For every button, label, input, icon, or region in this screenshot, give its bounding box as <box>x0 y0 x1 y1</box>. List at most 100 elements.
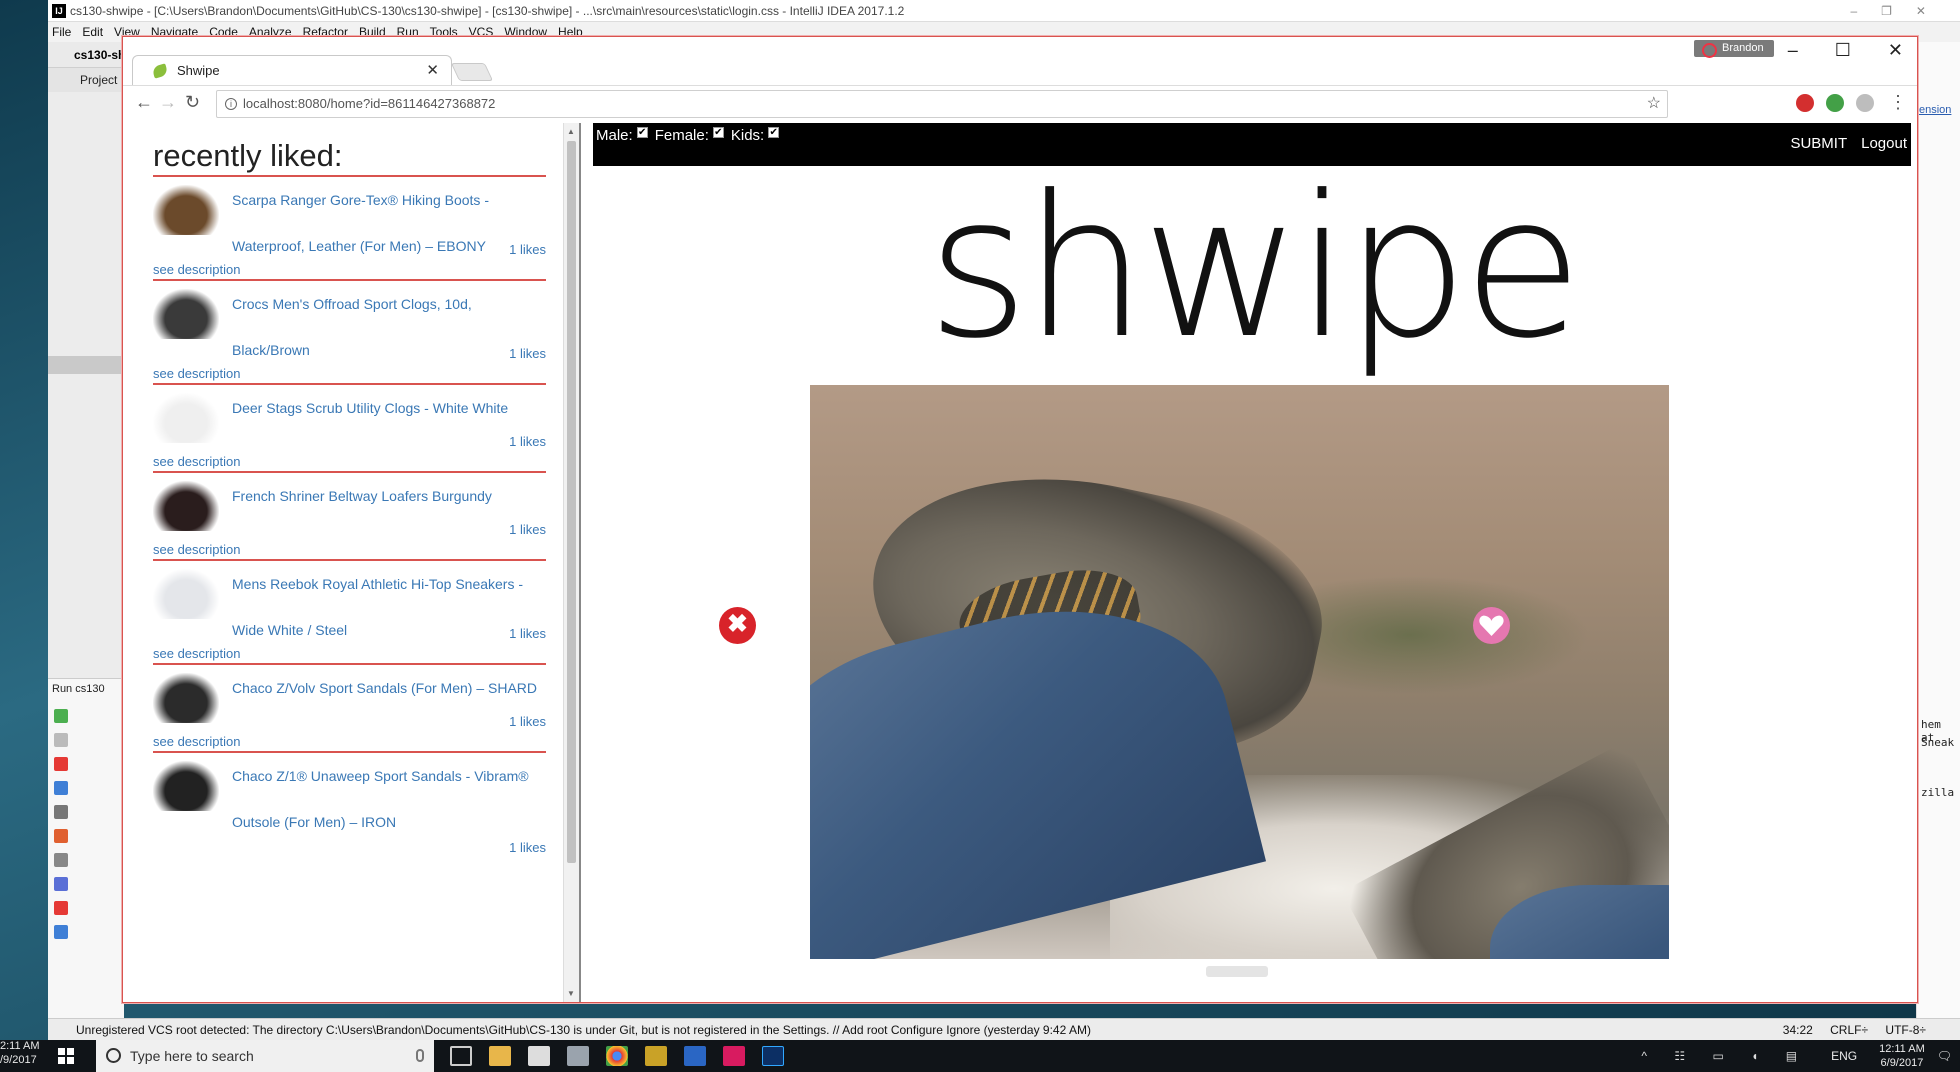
ide-menu-item[interactable]: Edit <box>82 25 103 39</box>
stop-icon[interactable] <box>54 757 68 771</box>
ide-run-panel: Run cs130 <box>48 678 124 1032</box>
likes-count[interactable]: 1 likes <box>509 345 546 363</box>
forward-arrow-icon[interactable]: → <box>159 92 177 113</box>
female-checkbox[interactable]: ✔ <box>712 127 724 138</box>
kids-checkbox[interactable]: ✔ <box>768 127 780 138</box>
back-arrow-icon[interactable]: ← <box>135 92 153 113</box>
see-description-link[interactable]: see description <box>153 365 240 383</box>
close-window-icon[interactable]: ✕ <box>1888 40 1903 60</box>
shoe-thumbnail[interactable] <box>153 289 219 339</box>
ide-menu-item[interactable]: File <box>52 25 71 39</box>
likes-count[interactable]: 1 likes <box>509 625 546 643</box>
reject-button[interactable]: ✖ <box>719 607 756 644</box>
vcs-warning-message[interactable]: Unregistered VCS root detected: The dire… <box>76 1023 1091 1037</box>
cursor-position[interactable]: 34:22 <box>1783 1023 1813 1037</box>
system-tray: ^ ☷ ▭ ◖ ▤ ENG 12:11 AM 6/9/2017 🗨 <box>1641 1040 1952 1072</box>
shoe-thumbnail[interactable] <box>153 185 219 235</box>
see-description-link[interactable]: see description <box>153 453 240 471</box>
intellij-taskbar-icon[interactable] <box>723 1046 745 1066</box>
app-icon[interactable] <box>645 1046 667 1066</box>
minimize-icon[interactable]: – <box>1788 40 1798 60</box>
liked-list: recently liked: Scarpa Ranger Gore-Tex® … <box>153 123 546 857</box>
shoe-thumbnail[interactable] <box>153 761 219 811</box>
kids-filter[interactable]: Kids: ✔ <box>731 127 783 144</box>
shwipe-page: recently liked: Scarpa Ranger Gore-Tex® … <box>123 123 1917 1002</box>
pin-icon[interactable] <box>54 877 68 891</box>
notification-icon[interactable]: 🗨 <box>1937 1049 1952 1063</box>
file-explorer-icon[interactable] <box>489 1046 511 1066</box>
taskbar-search[interactable]: Type here to search <box>96 1040 434 1072</box>
extension-green-icon[interactable] <box>1826 94 1844 112</box>
url-text[interactable]: localhost:8080/home?id=861146427368872 <box>243 96 495 111</box>
app-icon[interactable] <box>567 1046 589 1066</box>
windows-start-icon[interactable] <box>58 1048 74 1064</box>
ide-run-label: Run cs130 <box>52 683 105 695</box>
browser-tab[interactable]: Shwipe ✕ <box>132 55 452 85</box>
close-tab-icon[interactable]: ✕ <box>426 56 439 86</box>
photoshop-icon[interactable] <box>762 1046 784 1066</box>
photo-scroll-handle[interactable] <box>1206 966 1268 977</box>
layout-icon[interactable] <box>54 853 68 867</box>
line-separator[interactable]: CRLF÷ <box>1830 1023 1868 1037</box>
scroll-down-icon[interactable]: ▼ <box>567 989 575 998</box>
language-indicator[interactable]: ENG <box>1831 1049 1857 1063</box>
liked-item: French Shriner Beltway Loafers Burgundy 1… <box>153 473 546 561</box>
see-description-link[interactable]: see description <box>153 645 240 663</box>
logout-button[interactable]: Logout <box>1861 135 1907 152</box>
recently-liked-sidebar: recently liked: Scarpa Ranger Gore-Tex® … <box>123 123 579 1002</box>
exit-icon[interactable] <box>54 829 68 843</box>
shoe-thumbnail[interactable] <box>153 393 219 443</box>
search-placeholder[interactable]: Type here to search <box>130 1048 254 1064</box>
likes-count[interactable]: 1 likes <box>509 521 546 539</box>
cortana-icon[interactable] <box>106 1048 121 1063</box>
microphone-icon[interactable] <box>416 1049 424 1062</box>
info-icon[interactable]: i <box>225 98 237 110</box>
new-tab-button[interactable] <box>450 63 494 81</box>
likes-count[interactable]: 1 likes <box>509 241 546 259</box>
ide-extension-link[interactable]: ension <box>1919 104 1951 116</box>
bookmark-star-icon[interactable]: ☆ <box>1647 91 1661 117</box>
likes-count[interactable]: 1 likes <box>509 433 546 451</box>
ide-project-name[interactable]: cs130-sh <box>74 48 125 62</box>
see-description-link[interactable]: see description <box>153 733 240 751</box>
suspend-icon[interactable] <box>54 781 68 795</box>
likes-count[interactable]: 1 likes <box>509 713 546 731</box>
submit-button[interactable]: SUBMIT <box>1790 135 1847 152</box>
shoe-thumbnail[interactable] <box>153 569 219 619</box>
shoe-thumbnail[interactable] <box>153 481 219 531</box>
file-encoding[interactable]: UTF-8÷ <box>1885 1023 1926 1037</box>
powershell-icon[interactable] <box>684 1046 706 1066</box>
task-view-icon[interactable] <box>450 1046 472 1066</box>
tray-icons[interactable]: ^ ☷ ▭ ◖ ▤ <box>1641 1049 1809 1063</box>
reload-icon[interactable]: ↻ <box>185 92 200 113</box>
see-description-link[interactable]: see description <box>153 541 240 559</box>
close-icon[interactable] <box>54 901 68 915</box>
shoe-thumbnail[interactable] <box>153 673 219 723</box>
sidebar-scrollbar[interactable]: ▲ ▼ <box>563 123 579 1002</box>
maximize-icon[interactable]: ☐ <box>1835 40 1851 60</box>
help-icon[interactable] <box>54 925 68 939</box>
adblock-icon[interactable] <box>1796 94 1814 112</box>
intellij-icon: IJ <box>52 4 66 18</box>
male-filter[interactable]: Male: ✔ <box>596 127 652 144</box>
chrome-menu-icon[interactable]: ⋮ <box>1889 92 1907 113</box>
likes-count[interactable]: 1 likes <box>509 839 546 857</box>
taskbar-clock[interactable]: 12:11 AM 6/9/2017 <box>1879 1042 1925 1070</box>
female-filter[interactable]: Female: ✔ <box>655 127 728 144</box>
camera-icon[interactable] <box>54 805 68 819</box>
liked-item: Chaco Z/Volv Sport Sandals (For Men) – S… <box>153 665 546 753</box>
store-icon[interactable] <box>528 1046 550 1066</box>
scrollbar-thumb[interactable] <box>567 141 576 863</box>
chrome-icon[interactable] <box>606 1046 628 1066</box>
ide-project-tab[interactable]: Project <box>48 68 128 92</box>
address-bar[interactable]: i localhost:8080/home?id=861146427368872… <box>216 90 1668 118</box>
pause-icon[interactable] <box>54 733 68 747</box>
hp-icon[interactable] <box>1856 94 1874 112</box>
rerun-icon[interactable] <box>54 709 68 723</box>
see-description-link[interactable]: see description <box>153 261 240 279</box>
male-checkbox[interactable]: ✔ <box>636 127 648 138</box>
scroll-up-icon[interactable]: ▲ <box>567 127 575 136</box>
like-button[interactable] <box>1473 607 1510 644</box>
ide-window-controls[interactable]: –❐✕ <box>1851 0 1951 21</box>
ide-selected-row[interactable] <box>48 356 124 374</box>
